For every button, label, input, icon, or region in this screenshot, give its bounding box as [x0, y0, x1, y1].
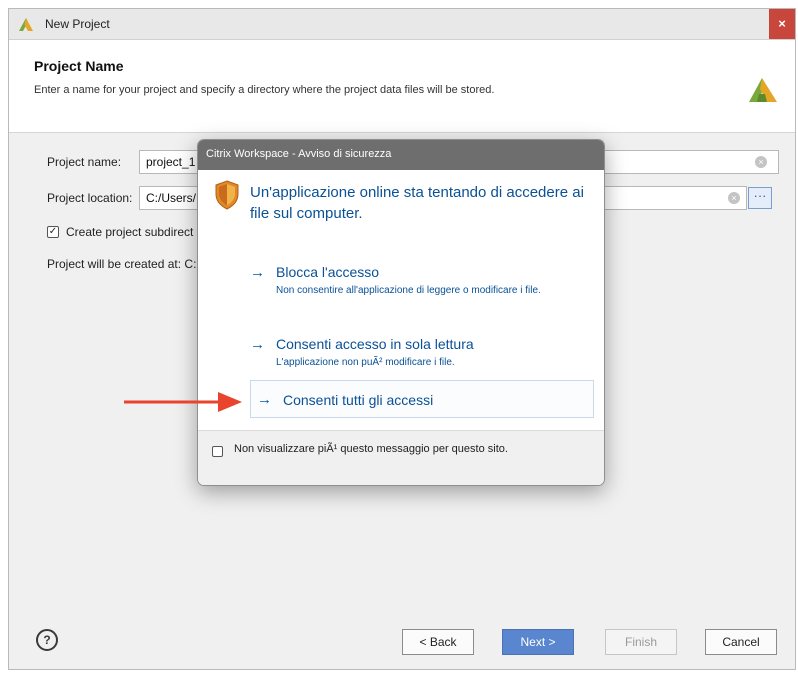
clear-location-icon[interactable]: ×	[728, 192, 740, 204]
finish-button[interactable]: Finish	[605, 629, 677, 655]
page-title: Project Name	[34, 58, 124, 74]
project-name-label: Project name:	[47, 155, 122, 169]
annotation-arrow-icon	[124, 392, 242, 412]
full-access-option[interactable]: → Consenti tutti gli accessi	[250, 380, 594, 418]
dont-show-checkbox[interactable]	[212, 446, 223, 457]
option-title: Blocca l'accesso	[276, 264, 380, 280]
close-button[interactable]: ×	[769, 9, 795, 39]
vivado-logo-icon	[749, 78, 777, 102]
option-description: Non consentire all'applicazione di legge…	[276, 285, 541, 296]
dialog-title: Citrix Workspace - Avviso di sicurezza	[206, 148, 392, 160]
create-subdir-checkbox[interactable]: ✓	[47, 226, 59, 238]
cancel-button[interactable]: Cancel	[705, 629, 777, 655]
arrow-right-icon: →	[250, 336, 265, 353]
dialog-footer: Non visualizzare piÃ¹ questo messaggio p…	[198, 430, 604, 485]
project-location-label: Project location:	[47, 191, 133, 205]
back-button[interactable]: < Back	[402, 629, 474, 655]
vivado-logo-icon	[19, 18, 33, 31]
created-at-label: Project will be created at: C:	[47, 257, 197, 271]
dialog-message: Un'applicazione online sta tentando di a…	[250, 184, 584, 222]
security-warning-dialog: Citrix Workspace - Avviso di sicurezza U…	[197, 139, 605, 486]
wizard-header: Project Name Enter a name for your proje…	[9, 40, 795, 133]
option-title: Consenti accesso in sola lettura	[276, 336, 474, 352]
page-subtitle: Enter a name for your project and specif…	[34, 84, 495, 96]
dont-show-label: Non visualizzare piÃ¹ questo messaggio p…	[234, 443, 508, 455]
window-title: New Project	[45, 17, 110, 31]
clear-name-icon[interactable]: ×	[755, 156, 767, 168]
create-subdir-label: Create project subdirect	[66, 225, 194, 239]
shield-warning-icon	[215, 180, 239, 210]
arrow-right-icon: →	[257, 391, 272, 408]
option-title: Consenti tutti gli accessi	[283, 392, 434, 408]
next-button[interactable]: Next >	[502, 629, 574, 655]
read-only-access-option[interactable]: → Consenti accesso in sola lettura L'app…	[250, 336, 590, 376]
dialog-titlebar: Citrix Workspace - Avviso di sicurezza	[198, 140, 604, 170]
browse-button[interactable]: ···	[748, 187, 772, 209]
block-access-option[interactable]: → Blocca l'accesso Non consentire all'ap…	[250, 264, 590, 314]
window-titlebar: New Project ×	[9, 9, 795, 40]
option-description: L'applicazione non puÃ² modificare i fil…	[276, 357, 455, 368]
arrow-right-icon: →	[250, 264, 265, 281]
help-button[interactable]: ?	[36, 629, 58, 651]
